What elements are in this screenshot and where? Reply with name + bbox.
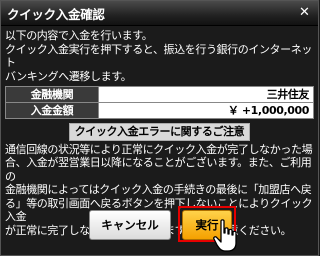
intro-line: バンキングへ遷移します。 (5, 69, 132, 83)
amount-value: ￥ +1,000,000 (98, 102, 314, 119)
intro-text: 以下の内容で入金を行います。 クイック入金実行を押下すると、振込を行う銀行のイン… (5, 29, 314, 83)
close-icon[interactable]: ✕ (297, 5, 312, 20)
cancel-button[interactable]: キャンセル (89, 210, 171, 240)
quick-deposit-dialog: クイック入金確認 ✕ 以下の内容で入金を行います。 クイック入金実行を押下すると… (0, 0, 319, 256)
dialog-titlebar: クイック入金確認 ✕ (1, 1, 318, 26)
notice-line: 金融機関によってはクイック入金の手続きの最後に「加盟店へ戻 (5, 183, 312, 196)
dialog-body: 以下の内容で入金を行います。 クイック入金実行を押下すると、振込を行う銀行のイン… (5, 29, 314, 237)
bank-value: 三井住友 (98, 86, 314, 103)
dialog-title: クイック入金確認 (7, 7, 105, 22)
warning-heading: クイック入金エラーに関するご注意 (68, 123, 251, 141)
warning-wrap: クイック入金エラーに関するご注意 (5, 123, 314, 141)
amount-label: 入金金額 (5, 102, 99, 119)
bank-label: 金融機関 (5, 86, 99, 103)
deposit-info-table: 金融機関 三井住友 入金金額 ￥ +1,000,000 (5, 86, 314, 119)
table-row: 入金金額 ￥ +1,000,000 (5, 102, 314, 119)
notice-line: 通信回線の状況等により正常にクイック入金が完了しなかった場 (5, 142, 313, 156)
intro-line: 以下の内容で入金を行います。 (5, 29, 153, 42)
notice-line: 合、入金が翌営業日以降になることがございます。また、ご利用の (5, 156, 312, 183)
hand-pointer-icon (213, 219, 237, 252)
table-row: 金融機関 三井住友 (5, 86, 314, 103)
intro-line: クイック入金実行を押下すると、振込を行う銀行のインターネット (5, 42, 312, 70)
